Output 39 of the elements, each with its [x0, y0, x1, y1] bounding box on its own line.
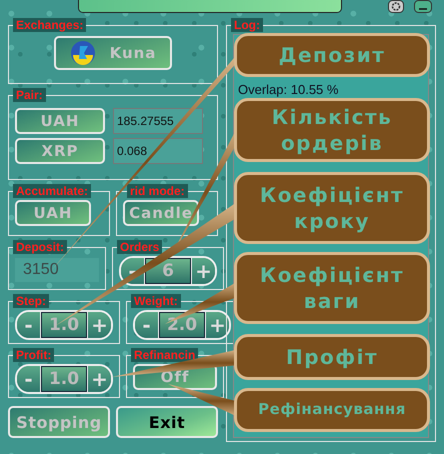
callout-label: Рефінансування [234, 388, 430, 432]
increment-button[interactable]: + [87, 366, 111, 392]
increment-button[interactable]: + [205, 312, 229, 338]
group-label: Accumulate: [13, 184, 92, 198]
callout-label: Кількість ордерів [234, 98, 430, 162]
settings-icon[interactable] [388, 0, 404, 13]
group-label: Profit: [13, 348, 54, 362]
value-field[interactable]: 0.068 [113, 138, 203, 164]
group-label: Deposit: [13, 240, 67, 254]
accumulate-button[interactable]: UAH [15, 200, 91, 226]
stepper-value: 2.0 [159, 312, 205, 338]
group-label: Pair: [13, 88, 46, 102]
decrement-button[interactable]: - [135, 312, 159, 338]
group-label: Step: [13, 294, 49, 308]
exchange-logo-icon [70, 40, 96, 66]
group-label: rid mode: [127, 184, 188, 198]
minimize-icon[interactable] [414, 0, 432, 13]
callout-label: Депозит [234, 33, 430, 77]
increment-button[interactable]: + [87, 312, 111, 338]
group-label: Weight: [131, 294, 181, 308]
log-line: Overlap: 10.55 % [238, 82, 340, 97]
currency-button[interactable]: UAH [15, 108, 105, 134]
group-label: Log: [231, 18, 263, 32]
exchange-button[interactable]: Kuna [54, 36, 172, 70]
stepper-value: 1.0 [41, 366, 87, 392]
decrement-button[interactable]: - [17, 366, 41, 392]
group-label: Refinancin [131, 348, 198, 362]
callout-label: Коефіцієнт ваги [234, 252, 430, 324]
decrement-button[interactable]: - [17, 312, 41, 338]
currency-button[interactable]: XRP [15, 138, 105, 164]
callout-label: Коефіцієнт кроку [234, 172, 430, 244]
group-label: Exchanges: [13, 18, 86, 32]
increment-button[interactable]: + [191, 258, 215, 284]
stepper-value: 1.0 [41, 312, 87, 338]
callout-label: Профіт [234, 334, 430, 380]
grid-mode-button[interactable]: Candle [123, 200, 199, 226]
action-button[interactable]: Exit [116, 406, 218, 438]
value-field[interactable]: 185.27555 [113, 108, 203, 134]
group-label: Orders [117, 240, 162, 254]
